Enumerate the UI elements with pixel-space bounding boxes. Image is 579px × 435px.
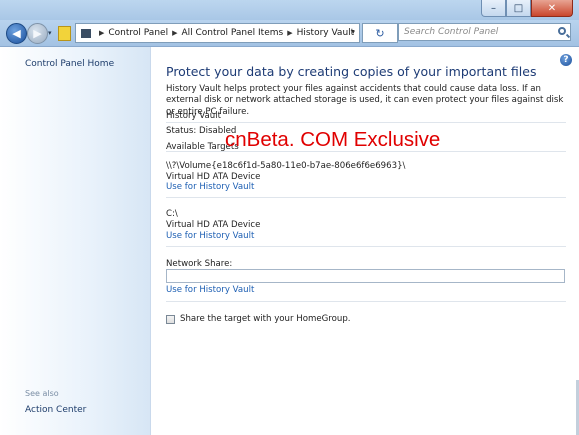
page-description: History Vault helps protect your files a…	[166, 84, 564, 117]
search-placeholder: Search Control Panel	[404, 27, 499, 37]
chevron-right-icon[interactable]: ▶	[99, 29, 104, 37]
help-icon[interactable]: ?	[560, 54, 572, 66]
use-for-history-vault-link[interactable]: Use for History Vault	[166, 285, 254, 295]
search-input[interactable]: Search Control Panel	[398, 23, 571, 41]
divider	[166, 197, 566, 198]
homegroup-option[interactable]: Share the target with your HomeGroup.	[166, 314, 351, 324]
see-also-label: See also	[25, 389, 59, 398]
page-title: Protect your data by creating copies of …	[166, 64, 537, 79]
target-device: Virtual HD ATA Device	[166, 172, 261, 182]
main-content: ? Protect your data by creating copies o…	[151, 47, 579, 435]
homegroup-checkbox-label[interactable]: Share the target with your HomeGroup.	[180, 314, 351, 324]
address-dropdown-icon[interactable]: ▾	[351, 28, 355, 36]
address-bar[interactable]: ▶ Control Panel ▶ All Control Panel Item…	[75, 23, 360, 43]
target-device: Virtual HD ATA Device	[166, 220, 261, 230]
caption-buttons: – □ ✕	[481, 0, 573, 17]
section-label: History Vault	[166, 111, 221, 121]
divider	[166, 122, 566, 123]
homegroup-checkbox[interactable]	[166, 314, 175, 324]
search-icon[interactable]	[558, 27, 566, 35]
arrow-left-icon: ◀	[12, 27, 21, 40]
watermark-text: cnBeta. COM Exclusive	[225, 128, 441, 151]
back-button[interactable]: ◀	[6, 23, 27, 44]
arrow-right-icon: ▶	[33, 27, 42, 40]
refresh-icon: ↻	[375, 26, 385, 40]
breadcrumb-all-items[interactable]: All Control Panel Items	[181, 28, 283, 38]
sidebar: Control Panel Home See also Action Cente…	[0, 47, 151, 435]
maximize-button[interactable]: □	[506, 0, 531, 17]
chevron-right-icon[interactable]: ▶	[287, 29, 292, 37]
title-bar: – □ ✕	[0, 0, 579, 20]
close-button[interactable]: ✕	[531, 0, 573, 17]
target-path: C:\	[166, 209, 178, 219]
use-for-history-vault-link[interactable]: Use for History Vault	[166, 182, 254, 192]
divider	[166, 246, 566, 247]
control-panel-home-link[interactable]: Control Panel Home	[25, 59, 114, 69]
target-path: \\?\Volume{e18c6f1d-5a80-11e0-b7ae-806e6…	[166, 161, 406, 171]
chevron-right-icon[interactable]: ▶	[172, 29, 177, 37]
forward-button[interactable]: ▶	[27, 23, 48, 44]
use-for-history-vault-link[interactable]: Use for History Vault	[166, 231, 254, 241]
breadcrumb-history-vault[interactable]: History Vault	[297, 28, 355, 38]
control-panel-icon	[81, 28, 91, 38]
navigation-bar: ◀ ▶ ▾ ▶ Control Panel ▶ All Control Pane…	[0, 20, 579, 47]
refresh-button[interactable]: ↻	[362, 23, 398, 43]
recent-pages-dropdown[interactable]: ▾	[48, 29, 52, 37]
network-share-input[interactable]	[166, 269, 565, 283]
breadcrumb-control-panel[interactable]: Control Panel	[108, 28, 168, 38]
action-center-link[interactable]: Action Center	[25, 405, 86, 415]
network-share-label: Network Share:	[166, 259, 233, 269]
folder-up-icon[interactable]	[58, 26, 71, 41]
minimize-button[interactable]: –	[481, 0, 506, 17]
divider	[166, 301, 566, 302]
